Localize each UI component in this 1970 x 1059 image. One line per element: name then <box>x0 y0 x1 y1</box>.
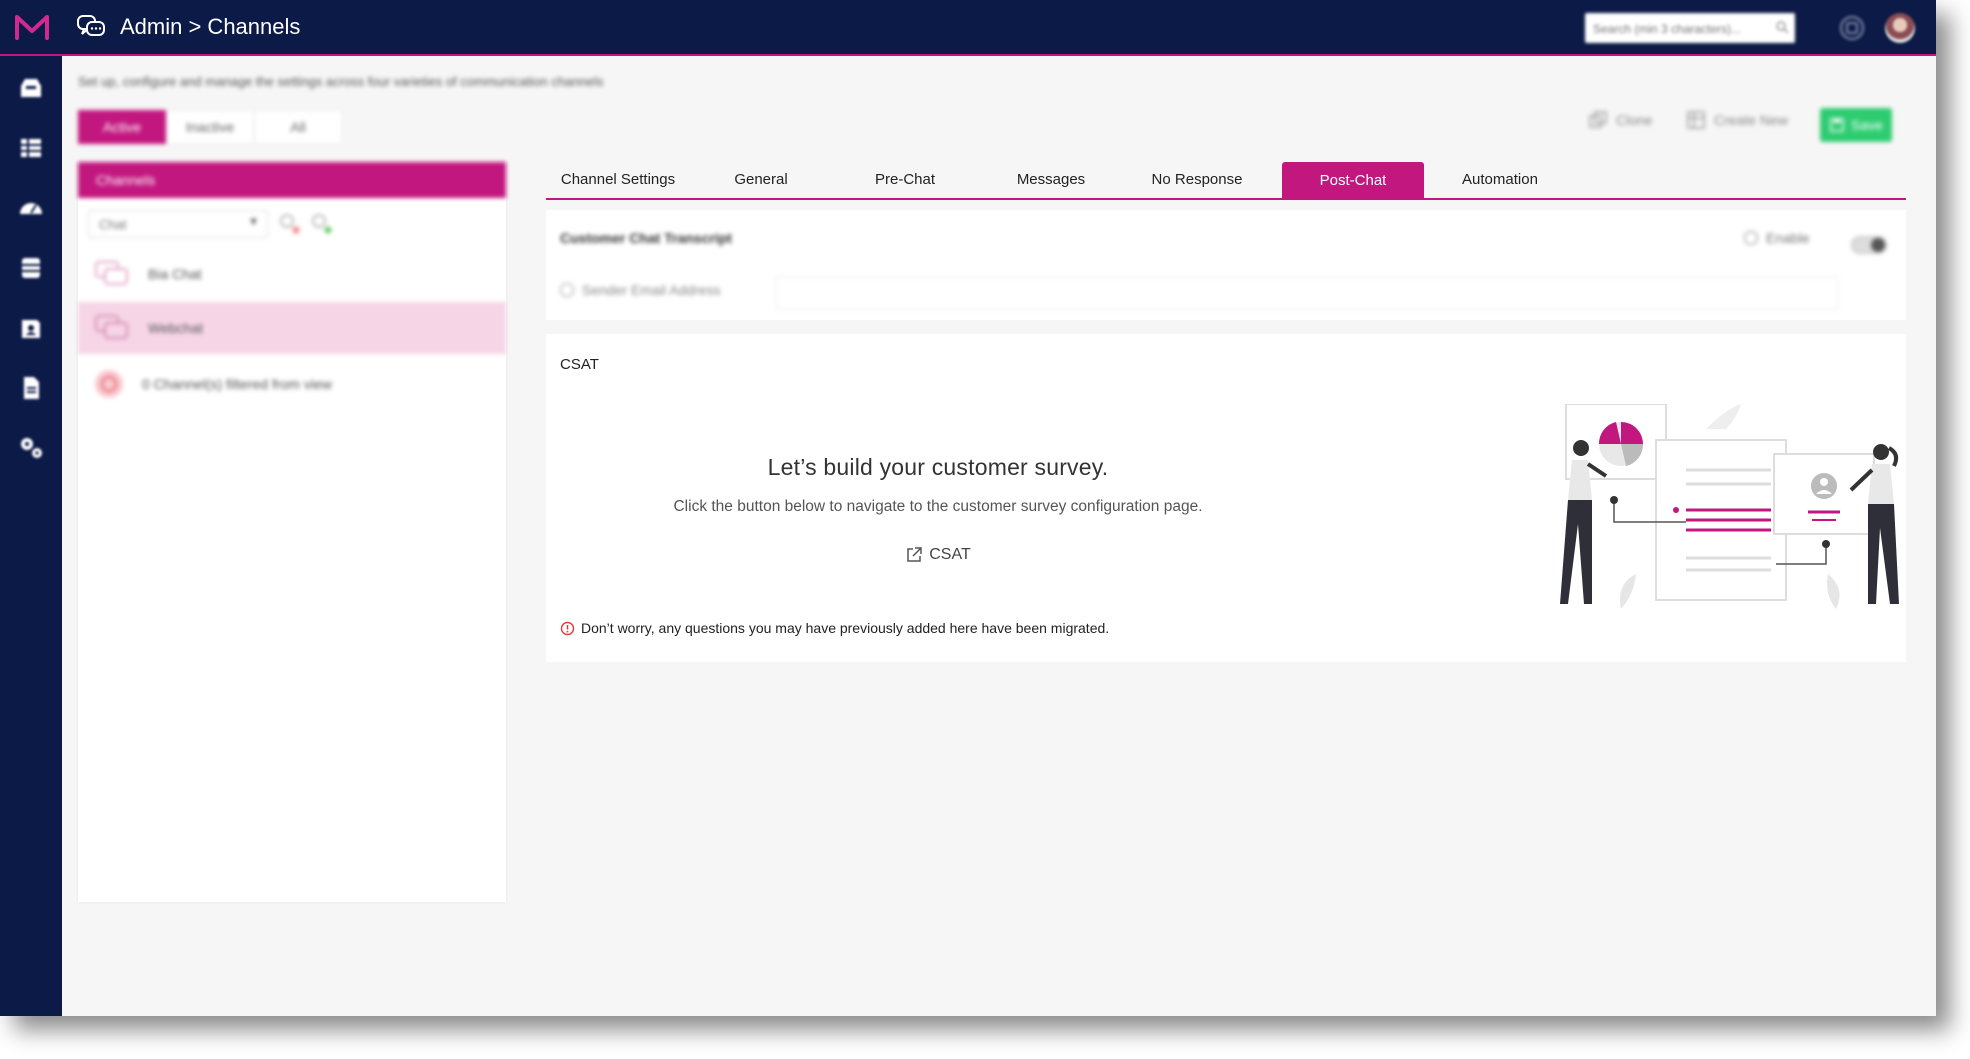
alert-icon <box>560 621 575 635</box>
channel-list-item[interactable]: Bia Chat <box>78 248 506 300</box>
sender-email-input[interactable] <box>776 276 1838 310</box>
csat-card: CSAT Let’s build your customer survey. C… <box>546 334 1906 662</box>
database-icon[interactable] <box>17 254 45 282</box>
channel-list-item-selected[interactable]: Webchat <box>78 302 506 354</box>
filtered-channels-note: 0 Channel(s) filtered from view <box>78 358 506 410</box>
save-icon <box>1830 118 1844 132</box>
document-icon[interactable] <box>17 374 45 402</box>
survey-description: Click the button below to navigate to th… <box>673 498 1203 515</box>
filter-remove-icon[interactable] <box>278 212 302 236</box>
clone-label: Clone <box>1616 112 1653 128</box>
tab-automation[interactable]: Automation <box>1424 162 1576 196</box>
migration-notice-text: Don’t worry, any questions you may have … <box>581 620 1110 636</box>
channel-type-select[interactable]: Chat ▼ <box>88 210 268 238</box>
filter-add-icon[interactable] <box>310 212 334 236</box>
settings-tabs: Channel Settings General Pre-Chat Messag… <box>546 162 1906 200</box>
channels-panel: Channels Chat ▼ Bia Chat Webchat 0 Chann… <box>78 162 506 902</box>
page-description: Set up, configure and manage the setting… <box>78 74 604 89</box>
tab-no-response[interactable]: No Response <box>1124 162 1270 196</box>
sender-email-label: Sender Email Address <box>582 282 721 298</box>
chat-transcript-card: Customer Chat Transcript Enable Sender E… <box>546 210 1906 320</box>
clone-icon <box>1589 111 1607 128</box>
filter-badge-icon <box>95 370 123 398</box>
enable-transcript-toggle[interactable] <box>1851 236 1887 254</box>
dashboard-icon[interactable] <box>17 194 45 222</box>
search-box[interactable] <box>1585 13 1795 45</box>
filtered-note-text: 0 Channel(s) filtered from view <box>142 376 332 392</box>
channel-name: Bia Chat <box>148 266 202 282</box>
tab-messages[interactable]: Messages <box>978 162 1124 196</box>
table-icon[interactable] <box>17 134 45 162</box>
survey-title: Let’s build your customer survey. <box>767 454 1109 480</box>
tab-general[interactable]: General <box>690 162 832 196</box>
channel-type-value: Chat <box>99 216 127 232</box>
external-link-icon <box>907 547 922 562</box>
user-avatar[interactable] <box>1885 13 1915 43</box>
enable-label: Enable <box>1766 230 1810 246</box>
chat-icon <box>77 15 105 36</box>
channels-panel-heading: Channels <box>78 162 506 198</box>
search-icon <box>1776 21 1789 34</box>
chat-bubbles-icon <box>95 261 128 285</box>
save-label: Save <box>1851 117 1883 133</box>
page-title: Admin > Channels <box>120 14 301 39</box>
filter-tab-all[interactable]: All <box>254 110 342 144</box>
channel-name: Webchat <box>148 320 203 336</box>
app-logo[interactable] <box>14 12 50 42</box>
survey-illustration <box>1560 404 1899 609</box>
filter-tab-inactive[interactable]: Inactive <box>166 110 254 144</box>
migration-notice: Don’t worry, any questions you may have … <box>560 620 1109 636</box>
chevron-down-icon: ▼ <box>248 216 259 228</box>
csat-link-label: CSAT <box>929 546 971 563</box>
csat-section-label: CSAT <box>560 356 599 373</box>
create-new-icon <box>1687 111 1705 129</box>
tab-channel-settings[interactable]: Channel Settings <box>546 162 690 196</box>
sender-email-label-group: Sender Email Address <box>560 282 721 298</box>
create-new-label: Create New <box>1714 112 1788 128</box>
tab-post-chat[interactable]: Post-Chat <box>1282 162 1424 198</box>
transcript-heading: Customer Chat Transcript <box>560 230 732 246</box>
info-icon <box>560 283 574 297</box>
search-input[interactable] <box>1585 13 1775 45</box>
status-filter-tabs: Active Inactive All <box>78 110 342 144</box>
info-icon <box>1744 231 1758 245</box>
tab-pre-chat[interactable]: Pre-Chat <box>832 162 978 196</box>
help-icon[interactable] <box>1838 14 1866 42</box>
contacts-icon[interactable] <box>17 314 45 342</box>
sidebar <box>0 56 62 1016</box>
top-bar: Admin > Channels <box>0 0 1936 56</box>
create-new-button[interactable]: Create New <box>1686 110 1788 130</box>
filter-tab-active[interactable]: Active <box>78 110 166 144</box>
app-window: Admin > Channels Search (min 3 character… <box>0 0 1936 1016</box>
inbox-icon[interactable] <box>17 74 45 102</box>
settings-gears-icon[interactable] <box>17 434 45 462</box>
enable-toggle-label-group: Enable <box>1744 230 1810 246</box>
clone-button[interactable]: Clone <box>1588 110 1653 130</box>
csat-link[interactable]: CSAT <box>546 546 1330 564</box>
save-button[interactable]: Save <box>1820 108 1892 142</box>
chat-bubbles-icon <box>95 315 128 339</box>
